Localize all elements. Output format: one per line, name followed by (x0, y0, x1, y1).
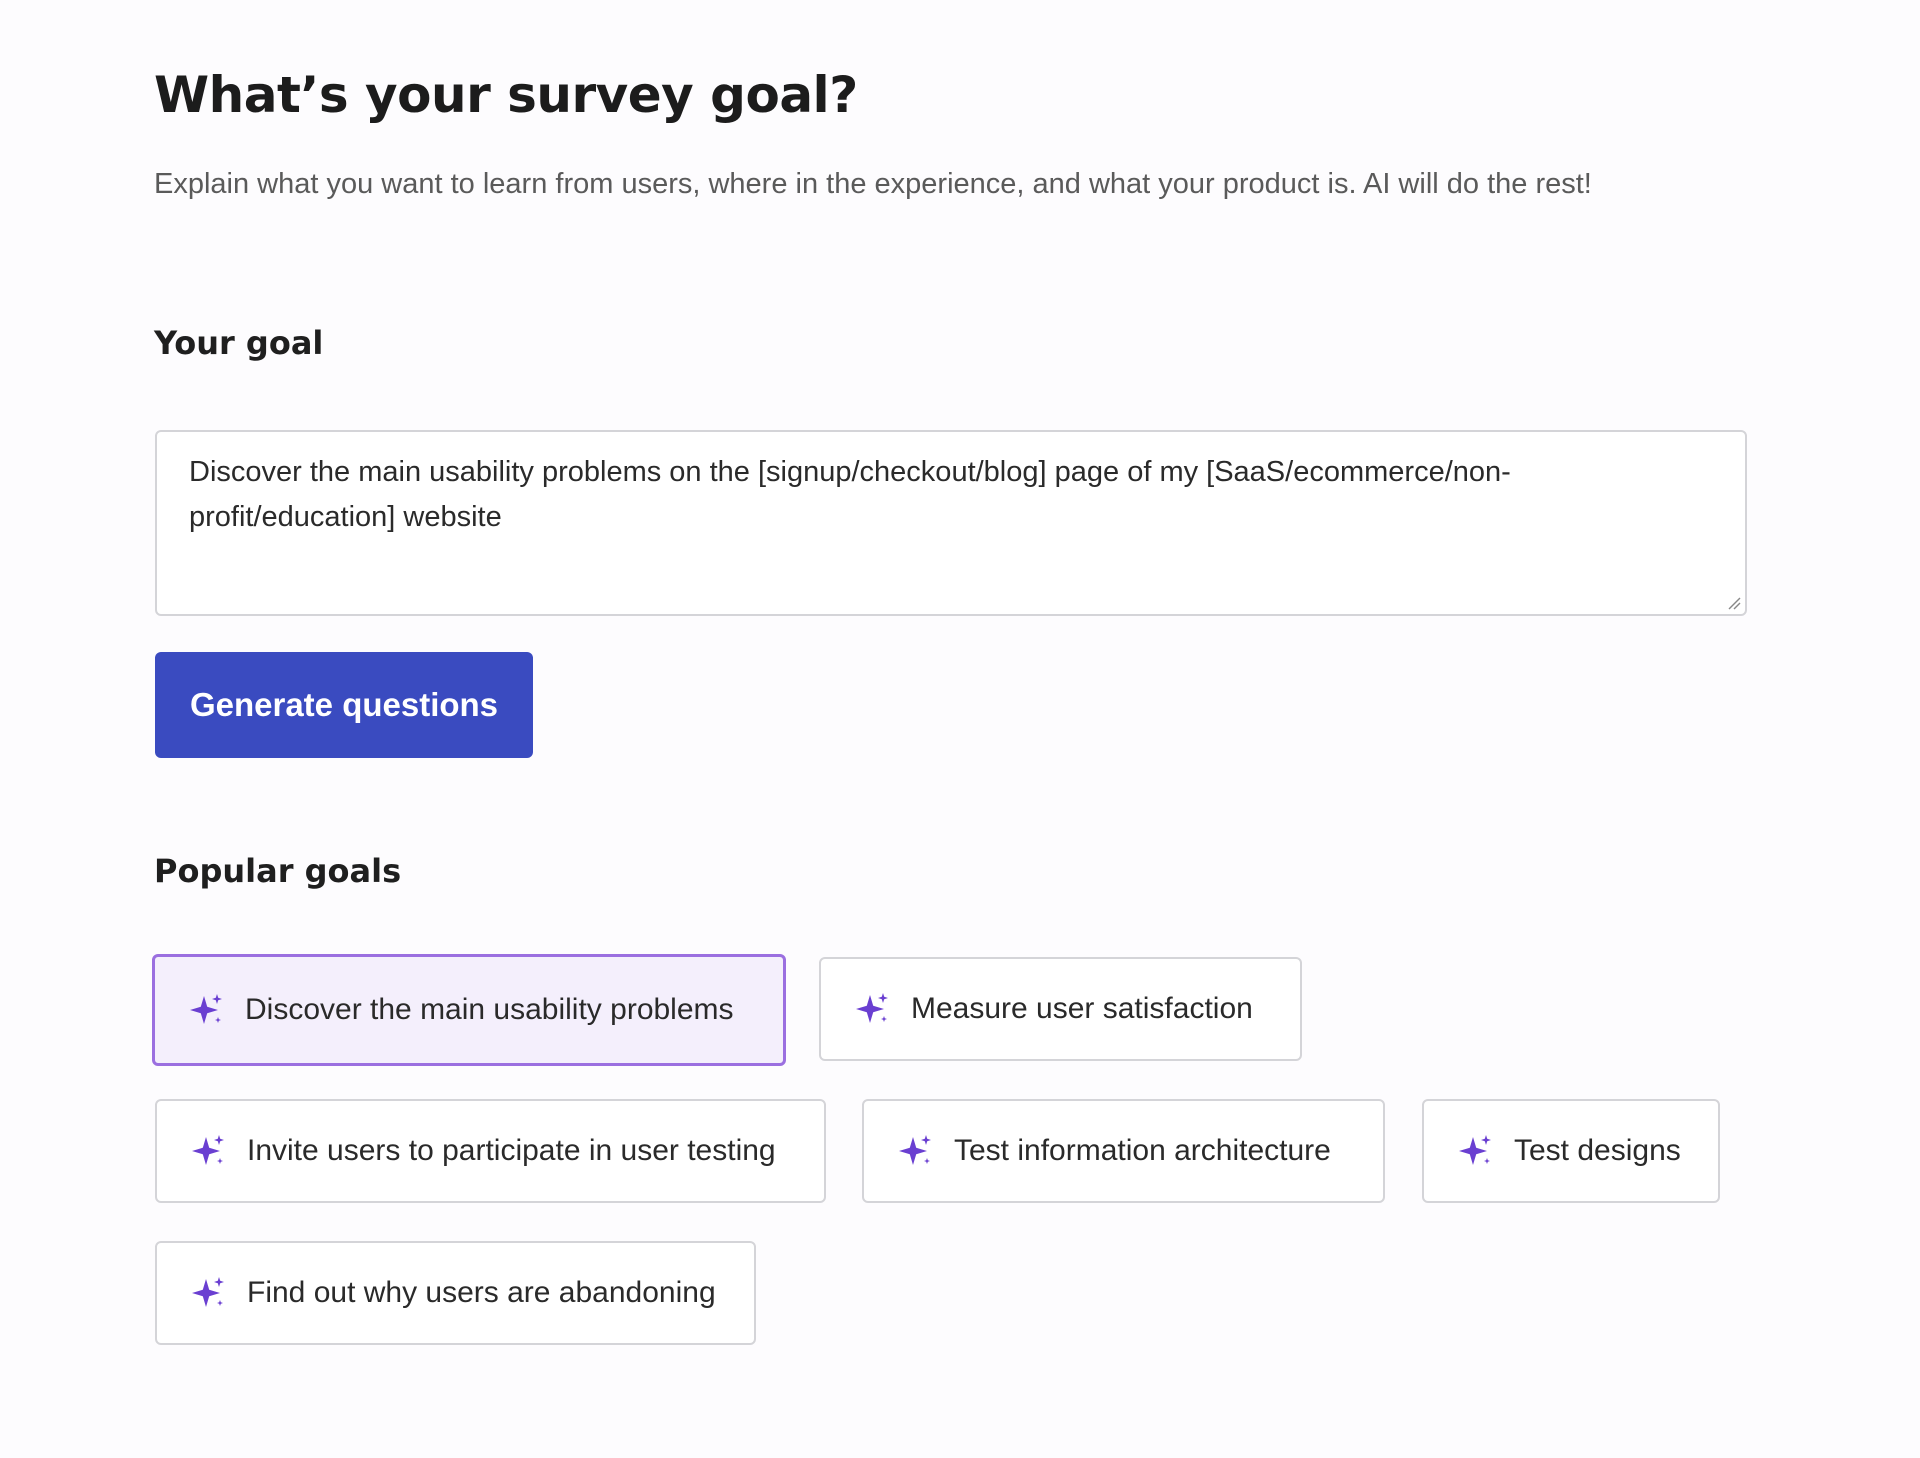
chip-label: Test designs (1514, 1134, 1681, 1167)
sparkle-icon (1459, 1135, 1491, 1165)
chip-label: Test information architecture (954, 1134, 1331, 1167)
popular-goal-chip[interactable]: Measure user satisfaction (819, 957, 1302, 1061)
page-subtitle: Explain what you want to learn from user… (154, 168, 1592, 200)
sparkle-icon (899, 1135, 931, 1165)
chip-label: Measure user satisfaction (911, 992, 1253, 1025)
popular-goal-chip[interactable]: Discover the main usability problems (152, 954, 786, 1066)
goal-section-label: Your goal (154, 324, 324, 362)
page-title: What’s your survey goal? (154, 66, 858, 124)
sparkle-icon (190, 994, 222, 1024)
goal-textarea[interactable]: Discover the main usability problems on … (155, 430, 1747, 616)
popular-goals-label: Popular goals (154, 852, 402, 890)
resize-handle-icon[interactable] (1727, 596, 1741, 610)
popular-goal-chip[interactable]: Invite users to participate in user test… (155, 1099, 826, 1203)
sparkle-icon (192, 1277, 224, 1307)
chip-label: Discover the main usability problems (245, 993, 734, 1026)
popular-goal-chip[interactable]: Find out why users are abandoning (155, 1241, 756, 1345)
generate-questions-button[interactable]: Generate questions (155, 652, 533, 758)
popular-goal-chip[interactable]: Test designs (1422, 1099, 1720, 1203)
goal-textarea-value[interactable]: Discover the main usability problems on … (189, 450, 1685, 540)
chip-label: Invite users to participate in user test… (247, 1134, 776, 1167)
popular-goal-chip[interactable]: Test information architecture (862, 1099, 1385, 1203)
sparkle-icon (856, 993, 888, 1023)
sparkle-icon (192, 1135, 224, 1165)
chip-label: Find out why users are abandoning (247, 1276, 716, 1309)
